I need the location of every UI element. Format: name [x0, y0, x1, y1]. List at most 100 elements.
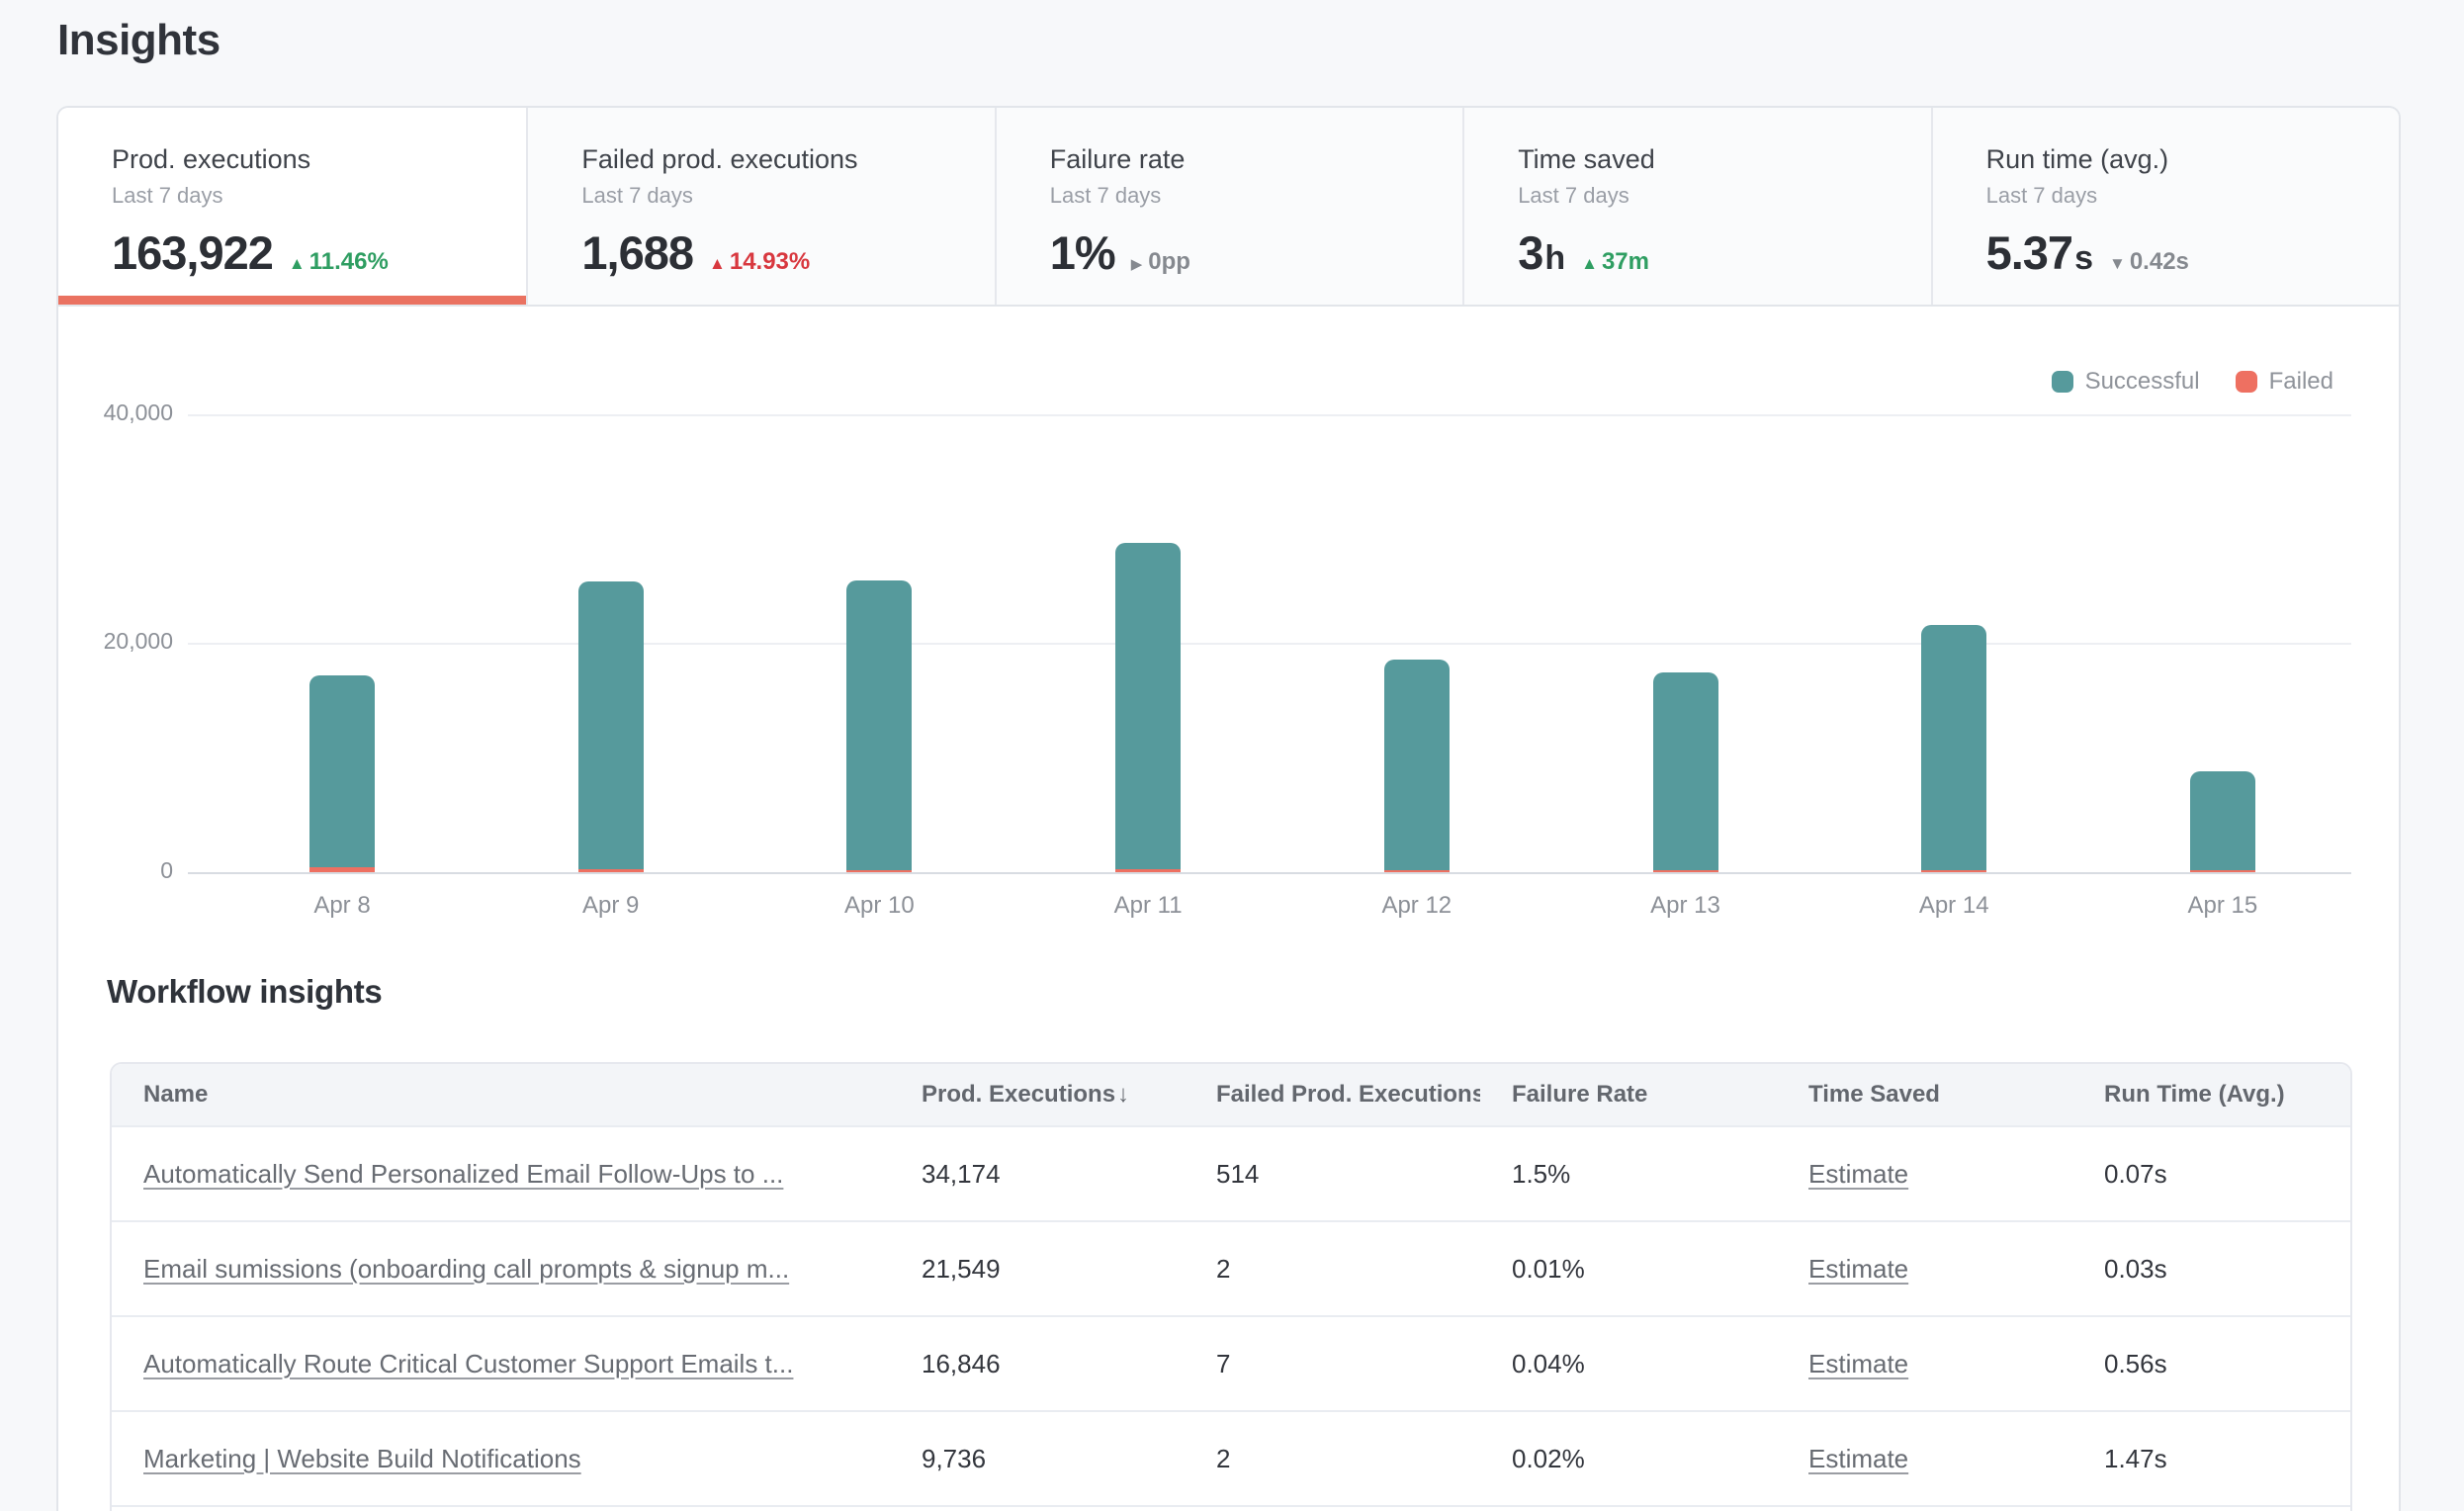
bar-apr-14[interactable]: [1921, 625, 1986, 872]
metric-label: Run time (avg.): [1986, 144, 2399, 175]
bar-failed-segment[interactable]: [2190, 870, 2255, 872]
metric-delta: ▶ 0pp: [1131, 248, 1190, 276]
bar-successful-segment[interactable]: [1384, 660, 1450, 870]
metric-card[interactable]: Failed prod. executions Last 7 days 1,68…: [526, 108, 994, 305]
prod-executions-cell: 34,174: [890, 1159, 1185, 1190]
time-saved-estimate-link[interactable]: Estimate: [1808, 1254, 1908, 1284]
triangle-up-icon: ▲: [1581, 254, 1598, 274]
metric-value: 5.37: [1986, 225, 2072, 280]
metric-value: 1%: [1050, 225, 1115, 280]
column-header-run-time[interactable]: Run Time (Avg.): [2072, 1081, 2350, 1109]
successful-swatch-icon: [2052, 371, 2073, 393]
bar-apr-13[interactable]: [1653, 672, 1718, 872]
column-header-prod-executions[interactable]: Prod. Executions↓: [890, 1081, 1185, 1109]
workflow-name-link[interactable]: Automatically Send Personalized Email Fo…: [143, 1159, 783, 1189]
bar-successful-segment[interactable]: [578, 581, 644, 869]
bar-failed-segment[interactable]: [1384, 870, 1450, 872]
prod-executions-cell: 16,846: [890, 1349, 1185, 1379]
bar-apr-11[interactable]: [1115, 543, 1181, 872]
metric-value: 3: [1518, 225, 1542, 280]
bar-successful-segment[interactable]: [1653, 672, 1718, 870]
bar-successful-segment[interactable]: [846, 580, 912, 870]
metric-delta: ▲ 11.46%: [289, 248, 389, 276]
y-tick-0: 0: [54, 857, 173, 884]
metric-value: 163,922: [112, 225, 273, 280]
legend-item-successful[interactable]: Successful: [2052, 368, 2200, 396]
x-tick-apr-15: Apr 15: [2124, 892, 2322, 920]
prod-executions-cell: 9,736: [890, 1444, 1185, 1474]
bar-failed-segment[interactable]: [1115, 869, 1181, 872]
bar-apr-10[interactable]: [846, 580, 912, 872]
x-tick-apr-10: Apr 10: [780, 892, 978, 920]
bar-apr-12[interactable]: [1384, 660, 1450, 872]
failed-prod-executions-cell: 514: [1185, 1159, 1480, 1190]
triangle-up-icon: ▲: [709, 254, 726, 274]
run-time-cell: 1.47s: [2072, 1444, 2350, 1474]
x-tick-apr-12: Apr 12: [1318, 892, 1516, 920]
table-row: Marketing | Website Build Notifications …: [112, 1410, 2350, 1505]
metric-label: Failure rate: [1050, 144, 1462, 175]
bar-failed-segment[interactable]: [1653, 870, 1718, 872]
bar-successful-segment[interactable]: [1115, 543, 1181, 869]
failure-rate-cell: 0.02%: [1480, 1444, 1777, 1474]
metric-delta: ▲ 37m: [1581, 248, 1649, 276]
time-saved-estimate-link[interactable]: Estimate: [1808, 1349, 1908, 1378]
column-header-failed-prod-executions[interactable]: Failed Prod. Executions: [1185, 1081, 1480, 1109]
failure-rate-cell: 1.5%: [1480, 1159, 1777, 1190]
column-header-time-saved[interactable]: Time Saved: [1777, 1081, 2072, 1109]
bar-successful-segment[interactable]: [309, 675, 375, 867]
selected-card-accent: [58, 296, 526, 305]
workflow-name-link[interactable]: Email sumissions (onboarding call prompt…: [143, 1254, 789, 1284]
bar-apr-9[interactable]: [578, 581, 644, 872]
bar-successful-segment[interactable]: [1921, 625, 1986, 870]
metric-card[interactable]: Time saved Last 7 days 3 h ▲ 37m: [1462, 108, 1930, 305]
failed-prod-executions-cell: 2: [1185, 1254, 1480, 1285]
bar-failed-segment[interactable]: [846, 870, 912, 872]
workflow-insights-table: Name Prod. Executions↓ Failed Prod. Exec…: [110, 1062, 2352, 1511]
time-saved-estimate-link[interactable]: Estimate: [1808, 1444, 1908, 1473]
sort-desc-icon: ↓: [1117, 1081, 1129, 1108]
metric-period: Last 7 days: [1986, 183, 2399, 209]
metric-card[interactable]: Failure rate Last 7 days 1% ▶ 0pp: [995, 108, 1462, 305]
legend-label-successful: Successful: [2085, 368, 2200, 396]
bar-failed-segment[interactable]: [1921, 870, 1986, 872]
workflow-name-link[interactable]: Marketing | Website Build Notifications: [143, 1444, 581, 1473]
metric-period: Last 7 days: [581, 183, 994, 209]
column-header-failure-rate[interactable]: Failure Rate: [1480, 1081, 1777, 1109]
prod-executions-cell: 21,549: [890, 1254, 1185, 1285]
run-time-cell: 0.03s: [2072, 1254, 2350, 1285]
time-saved-estimate-link[interactable]: Estimate: [1808, 1159, 1908, 1189]
gridline-40000: [188, 414, 2351, 416]
triangle-up-icon: ▲: [289, 254, 306, 274]
legend-item-failed[interactable]: Failed: [2236, 368, 2333, 396]
metric-cards-row: Prod. executions Last 7 days 163,922 ▲ 1…: [58, 108, 2399, 307]
metric-unit: h: [1544, 239, 1565, 278]
x-tick-apr-11: Apr 11: [1049, 892, 1247, 920]
metric-period: Last 7 days: [112, 183, 526, 209]
bar-successful-segment[interactable]: [2190, 771, 2255, 870]
bar-failed-segment[interactable]: [578, 869, 644, 872]
gridline-20000: [188, 643, 2351, 645]
y-tick-40000: 40,000: [54, 400, 173, 426]
failed-prod-executions-cell: 2: [1185, 1444, 1480, 1474]
metric-period: Last 7 days: [1518, 183, 1930, 209]
chart-legend: Successful Failed: [2052, 368, 2333, 396]
next-row-partial: [112, 1505, 2350, 1511]
x-tick-apr-8: Apr 8: [243, 892, 441, 920]
table-row: Automatically Route Critical Customer Su…: [112, 1315, 2350, 1410]
failed-swatch-icon: [2236, 371, 2257, 393]
table-header-row: Name Prod. Executions↓ Failed Prod. Exec…: [112, 1064, 2350, 1125]
column-header-name[interactable]: Name: [112, 1081, 890, 1109]
workflow-name-link[interactable]: Automatically Route Critical Customer Su…: [143, 1349, 793, 1378]
bar-apr-15[interactable]: [2190, 771, 2255, 872]
metric-unit: s: [2074, 239, 2093, 278]
failure-rate-cell: 0.01%: [1480, 1254, 1777, 1285]
metric-delta: ▼ 0.42s: [2109, 248, 2189, 276]
metric-card[interactable]: Prod. executions Last 7 days 163,922 ▲ 1…: [58, 108, 526, 305]
metric-label: Failed prod. executions: [581, 144, 994, 175]
failure-rate-cell: 0.04%: [1480, 1349, 1777, 1379]
metric-value: 1,688: [581, 225, 693, 280]
bar-apr-8[interactable]: [309, 675, 375, 872]
bar-failed-segment[interactable]: [309, 867, 375, 872]
metric-card[interactable]: Run time (avg.) Last 7 days 5.37 s ▼ 0.4…: [1931, 108, 2399, 305]
